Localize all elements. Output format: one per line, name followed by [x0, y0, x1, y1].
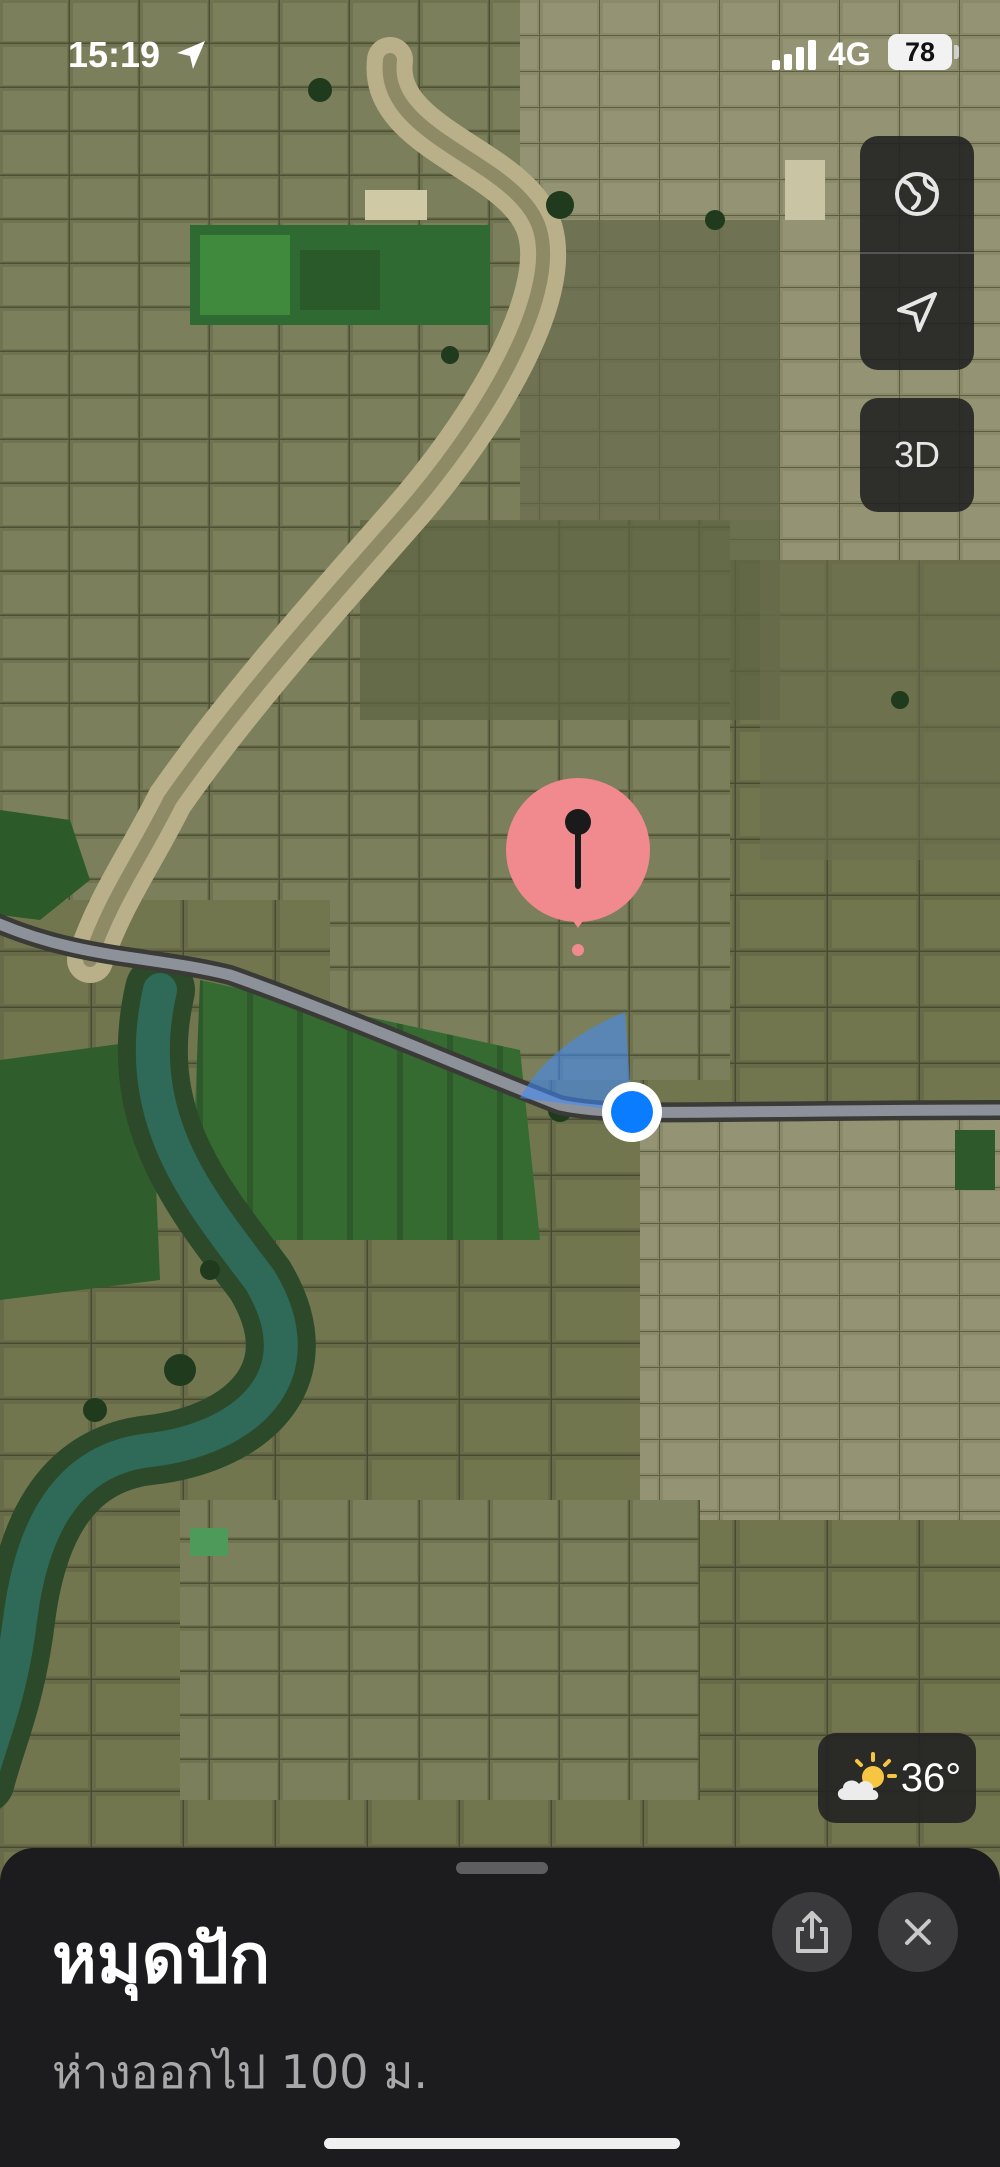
globe-icon — [895, 172, 939, 216]
status-bar: 15:19 4G 78 — [0, 0, 1000, 110]
network-type: 4G — [828, 36, 871, 72]
close-button[interactable] — [878, 1892, 958, 1972]
home-indicator[interactable] — [324, 2138, 680, 2149]
status-time: 15:19 — [68, 34, 161, 75]
location-arrow-icon — [177, 41, 205, 69]
share-icon — [796, 1911, 828, 1953]
weather-temperature: 36° — [900, 1755, 962, 1800]
three-d-button[interactable]: 3D — [860, 398, 974, 512]
share-button[interactable] — [772, 1892, 852, 1972]
sheet-grabber[interactable] — [456, 1862, 548, 1874]
tracking-button[interactable] — [860, 254, 974, 370]
weather-badge: 36° — [818, 1733, 976, 1823]
place-title: หมุดปัก — [52, 1920, 271, 1999]
map-controls — [860, 136, 974, 370]
battery-level: 78 — [888, 34, 952, 70]
map-mode-button[interactable] — [860, 136, 974, 252]
close-icon — [905, 1919, 931, 1945]
partly-sunny-icon — [837, 1752, 897, 1800]
satellite-map[interactable] — [0, 0, 1000, 2167]
battery-tip — [954, 45, 959, 59]
place-distance: ห่างออกไป 100 ม. — [52, 2045, 429, 2099]
user-location-dot — [602, 1082, 662, 1142]
location-tracking-icon — [897, 292, 937, 332]
place-sheet[interactable]: หมุดปัก ห่างออกไป 100 ม. — [0, 1848, 1000, 2167]
cellular-signal-icon — [772, 40, 816, 70]
